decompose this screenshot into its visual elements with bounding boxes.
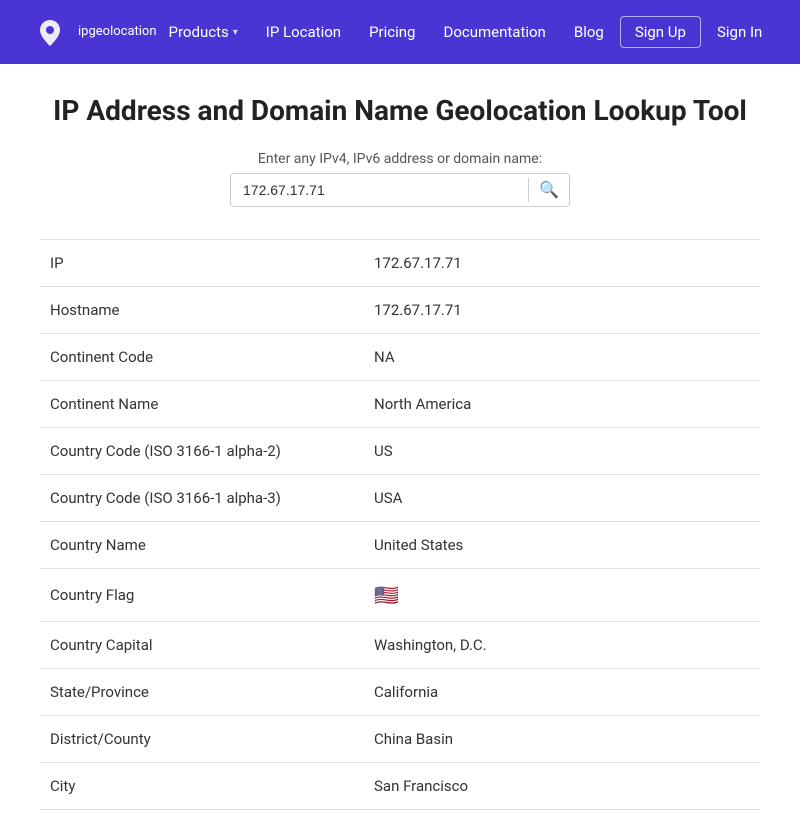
table-row: Country Code (ISO 3166-1 alpha-2)US [40,428,760,475]
nav-link-products[interactable]: Products ▾ [157,15,250,49]
result-value: 172.67.17.71 [364,287,760,334]
result-key: City [40,763,364,810]
result-value: North America [364,381,760,428]
table-row: Country Flag 🇺🇸 [40,569,760,622]
table-row: District/CountyChina Basin [40,716,760,763]
logo-text: ipgeolocation [78,24,157,40]
main-content: IP Address and Domain Name Geolocation L… [20,64,780,840]
result-key: Continent Code [40,334,364,381]
search-section: Enter any IPv4, IPv6 address or domain n… [40,151,760,207]
result-value: United States [364,522,760,569]
search-label: Enter any IPv4, IPv6 address or domain n… [258,151,542,167]
table-row: Country NameUnited States [40,522,760,569]
result-value: NA [364,334,760,381]
nav-logo[interactable]: ipgeolocation [30,12,157,52]
nav-link-ip-location[interactable]: IP Location [254,15,353,49]
result-value: 172.67.17.71 [364,240,760,287]
results-table: IP172.67.17.71Hostname172.67.17.71Contin… [40,239,760,810]
navbar: ipgeolocation Products ▾ IP Location Pri… [0,0,800,64]
result-value: 🇺🇸 [364,569,760,622]
result-key: Country Code (ISO 3166-1 alpha-3) [40,475,364,522]
result-key: Country Flag [40,569,364,622]
table-row: State/ProvinceCalifornia [40,669,760,716]
result-value: US [364,428,760,475]
nav-link-signin[interactable]: Sign In [705,15,774,49]
page-title: IP Address and Domain Name Geolocation L… [40,94,760,127]
result-value: USA [364,475,760,522]
nav-link-documentation[interactable]: Documentation [431,15,557,49]
search-box: 🔍 [230,173,570,207]
result-value: Washington, D.C. [364,622,760,669]
result-value: San Francisco [364,763,760,810]
result-value: California [364,669,760,716]
result-key: IP [40,240,364,287]
table-row: Country CapitalWashington, D.C. [40,622,760,669]
nav-link-pricing[interactable]: Pricing [357,15,427,49]
nav-link-blog[interactable]: Blog [562,15,616,49]
result-value: China Basin [364,716,760,763]
nav-links: Products ▾ IP Location Pricing Documenta… [157,15,775,49]
table-row: CitySan Francisco [40,763,760,810]
logo-icon [30,12,70,52]
result-key: District/County [40,716,364,763]
result-key: Continent Name [40,381,364,428]
search-input[interactable] [231,174,528,206]
table-row: Hostname172.67.17.71 [40,287,760,334]
nav-link-signup[interactable]: Sign Up [620,16,701,48]
chevron-down-icon: ▾ [233,27,238,38]
flag-emoji: 🇺🇸 [374,583,399,607]
table-row: IP172.67.17.71 [40,240,760,287]
search-icon: 🔍 [539,180,559,200]
table-row: Country Code (ISO 3166-1 alpha-3)USA [40,475,760,522]
result-key: Country Code (ISO 3166-1 alpha-2) [40,428,364,475]
result-key: Hostname [40,287,364,334]
result-key: Country Capital [40,622,364,669]
result-key: Country Name [40,522,364,569]
search-button[interactable]: 🔍 [529,174,569,206]
result-key: State/Province [40,669,364,716]
table-row: Continent CodeNA [40,334,760,381]
table-row: Continent NameNorth America [40,381,760,428]
